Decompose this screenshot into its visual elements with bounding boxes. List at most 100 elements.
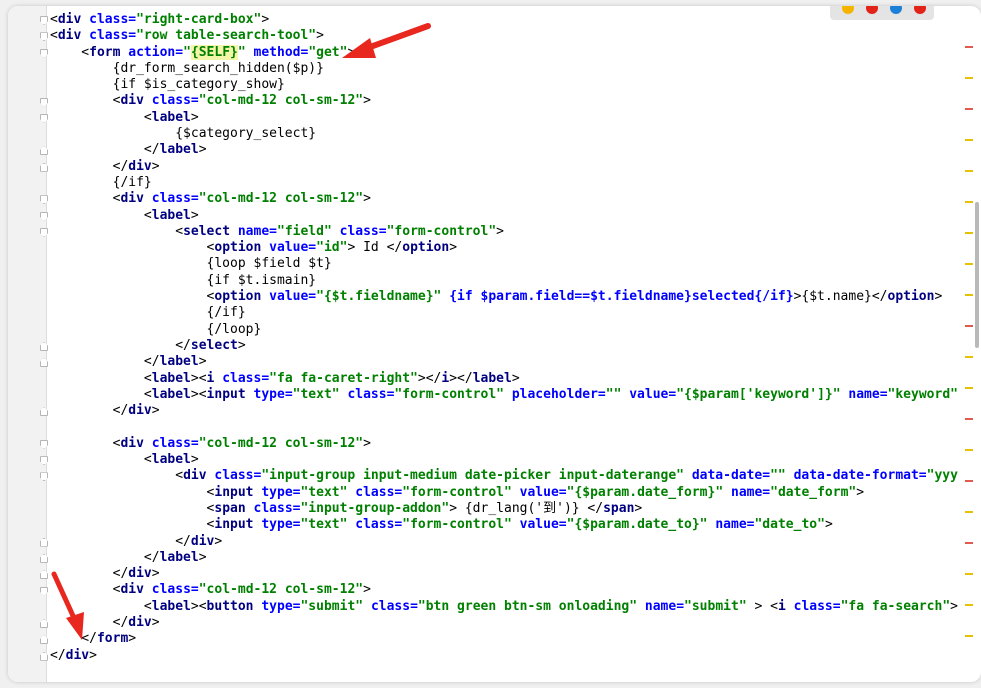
stripe-marker[interactable] bbox=[965, 232, 973, 234]
code-token: class= bbox=[151, 191, 199, 207]
fold-marker[interactable] bbox=[40, 97, 48, 107]
opera-icon[interactable] bbox=[866, 6, 878, 14]
fold-marker[interactable] bbox=[40, 195, 48, 205]
stripe-marker[interactable] bbox=[965, 449, 973, 451]
code-token: "{$param.date_to}" bbox=[566, 517, 716, 533]
code-token: class= bbox=[151, 93, 199, 109]
code-token: </ bbox=[50, 158, 129, 174]
stripe-marker[interactable] bbox=[965, 108, 973, 110]
stripe-marker[interactable] bbox=[965, 201, 973, 203]
code-line: </div> bbox=[50, 648, 958, 664]
stripe-marker[interactable] bbox=[965, 263, 973, 265]
code-line: <input type="text" class="form-control" … bbox=[50, 485, 958, 501]
code-line: <label> bbox=[50, 452, 958, 468]
red-arrow-top bbox=[342, 23, 431, 58]
fold-marker[interactable] bbox=[40, 342, 48, 351]
fold-marker[interactable] bbox=[40, 619, 48, 629]
code-line: <label><i class="fa fa-caret-right"></i>… bbox=[50, 371, 958, 387]
code-token: ></ bbox=[449, 370, 473, 386]
code-token: < bbox=[50, 28, 58, 44]
code-line: <span class="input-group-addon"> {dr_lan… bbox=[50, 501, 958, 517]
code-editor-window: <div class="right-card-box"> <div class="… bbox=[8, 6, 981, 682]
code-token: div bbox=[57, 12, 90, 27]
code-token: > bbox=[128, 631, 137, 647]
stripe-marker[interactable] bbox=[965, 635, 973, 637]
code-token: "text" bbox=[292, 386, 348, 402]
code-token: < bbox=[50, 12, 58, 27]
fold-marker[interactable] bbox=[40, 32, 48, 42]
fold-marker[interactable] bbox=[40, 537, 48, 547]
fold-marker[interactable] bbox=[40, 456, 48, 466]
code-token: class= bbox=[89, 28, 137, 44]
fold-marker[interactable] bbox=[40, 570, 48, 580]
fold-marker[interactable] bbox=[40, 48, 48, 58]
code-token: {/if} bbox=[50, 174, 152, 190]
code-token: " bbox=[237, 44, 254, 60]
code-token: name= bbox=[848, 386, 888, 402]
code-token: input bbox=[206, 386, 254, 402]
fold-marker[interactable] bbox=[40, 439, 48, 449]
code-token: label bbox=[159, 354, 199, 370]
ie-icon[interactable] bbox=[890, 6, 902, 14]
code-token: form bbox=[89, 44, 129, 60]
code-token: "text" bbox=[300, 517, 356, 533]
fold-marker[interactable] bbox=[40, 16, 48, 25]
code-line: </label> bbox=[50, 142, 958, 158]
code-token: div bbox=[120, 93, 152, 109]
code-token: class= bbox=[339, 223, 387, 239]
red-arrow-bottom bbox=[51, 571, 84, 640]
stripe-marker[interactable] bbox=[965, 542, 973, 544]
fold-marker[interactable] bbox=[40, 358, 48, 368]
code-token: button bbox=[206, 598, 262, 614]
fold-marker[interactable] bbox=[40, 472, 48, 482]
code-token: > bbox=[934, 289, 943, 305]
fold-marker[interactable] bbox=[40, 635, 48, 645]
stripe-marker[interactable] bbox=[965, 511, 973, 513]
fold-marker[interactable] bbox=[40, 162, 48, 172]
code-token: class= bbox=[151, 435, 199, 451]
code-token: value= bbox=[519, 484, 567, 500]
line-gutter bbox=[8, 6, 48, 682]
code-line: {/if} bbox=[50, 305, 958, 321]
vertical-scrollbar[interactable] bbox=[975, 202, 979, 348]
fold-marker[interactable] bbox=[40, 407, 48, 417]
stripe-marker[interactable] bbox=[965, 604, 973, 606]
code-token: > bbox=[363, 435, 371, 451]
firefox-icon[interactable] bbox=[914, 6, 926, 14]
code-token: "form-control" bbox=[402, 517, 520, 533]
stripe-marker[interactable] bbox=[965, 325, 973, 327]
fold-marker[interactable] bbox=[40, 586, 48, 596]
code-token: </ bbox=[50, 533, 191, 549]
stripe-marker[interactable] bbox=[965, 387, 973, 389]
fold-marker[interactable] bbox=[40, 651, 48, 661]
fold-marker[interactable] bbox=[40, 113, 48, 123]
stripe-marker[interactable] bbox=[965, 46, 973, 48]
stripe-marker[interactable] bbox=[965, 418, 973, 420]
stripe-marker[interactable] bbox=[965, 294, 973, 296]
code-token: > {dr_lang('到')} </ bbox=[449, 500, 604, 516]
chrome-icon[interactable] bbox=[842, 6, 854, 14]
code-token: label bbox=[151, 452, 191, 468]
fold-marker[interactable] bbox=[40, 227, 48, 237]
stripe-marker[interactable] bbox=[965, 170, 973, 172]
code-token: label bbox=[159, 549, 199, 565]
code-token: > bbox=[190, 207, 199, 223]
fold-marker[interactable] bbox=[40, 211, 48, 221]
code-line: <div class="col-md-12 col-sm-12"> bbox=[50, 436, 958, 452]
fold-marker[interactable] bbox=[40, 146, 48, 156]
code-token: >< bbox=[190, 598, 207, 614]
code-token: "form-control" bbox=[394, 386, 512, 402]
stripe-marker[interactable] bbox=[965, 480, 973, 482]
code-line: <label><button type="submit" class="btn … bbox=[50, 599, 958, 615]
code-line: <form action="{SELF}" method="get"> bbox=[50, 44, 958, 61]
code-token: "form-control" bbox=[386, 223, 497, 239]
stripe-marker[interactable] bbox=[965, 139, 973, 141]
code-token: "yyyy-mm-d bbox=[926, 468, 958, 484]
stripe-marker[interactable] bbox=[965, 77, 973, 79]
code-token: data-date-format= bbox=[793, 468, 927, 484]
fold-marker[interactable] bbox=[40, 553, 48, 563]
code-token: {if $param.field==$t.fieldname}selected{… bbox=[449, 289, 794, 305]
stripe-marker[interactable] bbox=[965, 356, 973, 358]
code-area[interactable]: <div class="right-card-box"> <div class="… bbox=[50, 12, 958, 676]
stripe-marker[interactable] bbox=[965, 573, 973, 575]
